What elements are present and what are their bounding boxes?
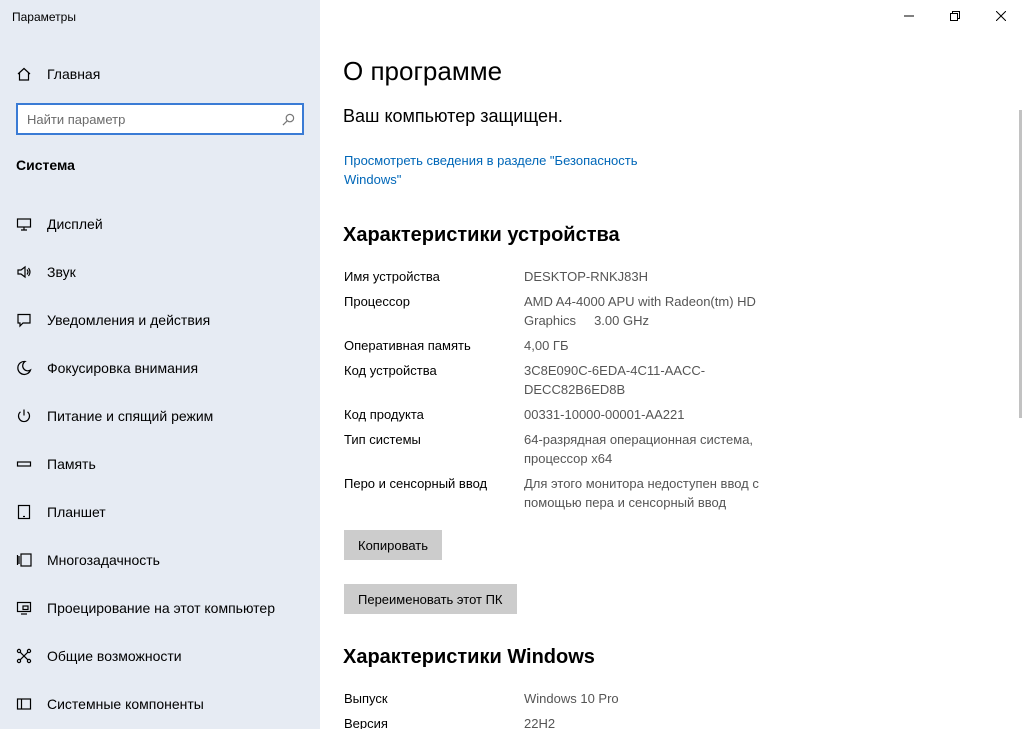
spec-row: Процессор AMD A4-4000 APU with Radeon(tm… xyxy=(344,293,804,337)
spec-key: Оперативная память xyxy=(344,338,471,353)
spec-row: Код продукта 00331-10000-00001-AA221 xyxy=(344,406,804,431)
sidebar-item-display[interactable]: Дисплей xyxy=(0,200,320,248)
window-controls xyxy=(886,0,1024,32)
spec-row: Имя устройства DESKTOP-RNKJ83H xyxy=(344,268,804,293)
multitasking-icon xyxy=(16,552,32,568)
minimize-icon xyxy=(904,15,914,17)
spec-value: 00331-10000-00001-AA221 xyxy=(524,407,685,422)
spec-key: Тип системы xyxy=(344,432,421,447)
device-specs-title: Характеристики устройства xyxy=(343,224,620,246)
app-title: Параметры xyxy=(12,10,76,24)
projecting-icon xyxy=(16,600,32,616)
minimize-button[interactable] xyxy=(886,0,932,32)
scrollbar[interactable] xyxy=(1019,110,1022,418)
sidebar-item-focus-assist[interactable]: Фокусировка внимания xyxy=(0,344,320,392)
spec-row: Версия 22H2 xyxy=(344,715,804,729)
spec-row: Выпуск Windows 10 Pro xyxy=(344,690,804,715)
spec-value: 4,00 ГБ xyxy=(524,338,569,353)
tablet-icon xyxy=(16,504,32,520)
spec-key: Код продукта xyxy=(344,407,424,422)
sidebar-item-projecting[interactable]: Проецирование на этот компьютер xyxy=(0,584,320,632)
page-title: О программе xyxy=(343,56,503,86)
restore-button[interactable] xyxy=(932,0,978,32)
sidebar-item-label: Дисплей xyxy=(47,216,103,232)
spec-row: Тип системы 64-разрядная операционная си… xyxy=(344,431,804,475)
sidebar-item-label: Фокусировка внимания xyxy=(47,360,199,376)
sidebar-item-label: Питание и спящий режим xyxy=(47,408,214,424)
spec-value: 3C8E090C-6EDA-4C11-AACC-DECC82B6ED8B xyxy=(524,363,706,397)
windows-specs-title: Характеристики Windows xyxy=(343,646,595,668)
sound-icon xyxy=(16,264,32,280)
rename-pc-button[interactable]: Переименовать этот ПК xyxy=(344,584,517,614)
sidebar-item-multitasking[interactable]: Многозадачность xyxy=(0,536,320,584)
sidebar-item-label: Главная xyxy=(47,66,101,82)
spec-key: Процессор xyxy=(344,294,410,309)
sidebar-item-home[interactable]: Главная xyxy=(0,56,320,92)
storage-icon xyxy=(16,456,32,472)
spec-value: 64-разрядная операционная система, проце… xyxy=(524,432,754,466)
spec-value: 22H2 xyxy=(524,716,556,729)
spec-key: Версия xyxy=(344,716,388,729)
shared-experiences-icon xyxy=(16,648,32,664)
power-icon xyxy=(16,408,32,424)
device-specs-table: Имя устройства DESKTOP-RNKJ83H Процессор… xyxy=(344,268,804,519)
spec-row: Код устройства 3C8E090C-6EDA-4C11-AACC-D… xyxy=(344,362,804,406)
close-icon xyxy=(996,11,1006,21)
spec-key: Код устройства xyxy=(344,363,437,378)
sidebar: Параметры Главная Система Дисплей Звук xyxy=(0,0,320,729)
section-title: Система xyxy=(16,157,75,173)
spec-row: Оперативная память 4,00 ГБ xyxy=(344,337,804,362)
sidebar-item-label: Уведомления и действия xyxy=(47,312,211,328)
sidebar-item-label: Многозадачность xyxy=(47,552,160,568)
spec-row: Перо и сенсорный ввод Для этого монитора… xyxy=(344,475,804,519)
sidebar-item-label: Проецирование на этот компьютер xyxy=(47,600,275,616)
spec-key: Выпуск xyxy=(344,691,388,706)
spec-key: Имя устройства xyxy=(344,269,440,284)
protection-status: Ваш компьютер защищен. xyxy=(343,106,563,126)
sidebar-item-label: Общие возможности xyxy=(47,648,182,664)
focus-assist-icon xyxy=(16,360,32,376)
notifications-icon xyxy=(16,312,32,328)
restore-icon xyxy=(950,11,960,21)
sidebar-item-notifications[interactable]: Уведомления и действия xyxy=(0,296,320,344)
sidebar-item-storage[interactable]: Память xyxy=(0,440,320,488)
main-content: О программе Ваш компьютер защищен. Просм… xyxy=(320,0,1024,729)
security-details-link[interactable]: Просмотреть сведения в разделе "Безопасн… xyxy=(344,151,684,189)
windows-specs-table: Выпуск Windows 10 Pro Версия 22H2 xyxy=(344,690,804,729)
sidebar-item-system-components[interactable]: Системные компоненты xyxy=(0,680,320,728)
sidebar-item-label: Системные компоненты xyxy=(47,696,204,712)
spec-value: AMD A4-4000 APU with Radeon(tm) HD Graph… xyxy=(524,294,760,328)
spec-value: Windows 10 Pro xyxy=(524,691,619,706)
spec-value: DESKTOP-RNKJ83H xyxy=(524,269,649,284)
search-field[interactable] xyxy=(16,103,304,135)
spec-key: Перо и сенсорный ввод xyxy=(344,476,488,491)
close-button[interactable] xyxy=(978,0,1024,32)
system-components-icon xyxy=(16,696,32,712)
sidebar-item-shared-experiences[interactable]: Общие возможности xyxy=(0,632,320,680)
display-icon xyxy=(16,216,32,232)
spec-value: Для этого монитора недоступен ввод с пом… xyxy=(524,476,759,510)
copy-button[interactable]: Копировать xyxy=(344,530,442,560)
sidebar-item-label: Планшет xyxy=(47,504,106,520)
sidebar-item-label: Звук xyxy=(47,264,76,280)
home-icon xyxy=(16,66,32,82)
sidebar-nav: Дисплей Звук Уведомления и действия Фоку… xyxy=(0,200,320,728)
sidebar-item-label: Память xyxy=(47,456,96,472)
sidebar-item-power[interactable]: Питание и спящий режим xyxy=(0,392,320,440)
search-icon[interactable] xyxy=(274,105,302,133)
search-input[interactable] xyxy=(18,105,274,133)
sidebar-item-sound[interactable]: Звук xyxy=(0,248,320,296)
sidebar-item-tablet[interactable]: Планшет xyxy=(0,488,320,536)
